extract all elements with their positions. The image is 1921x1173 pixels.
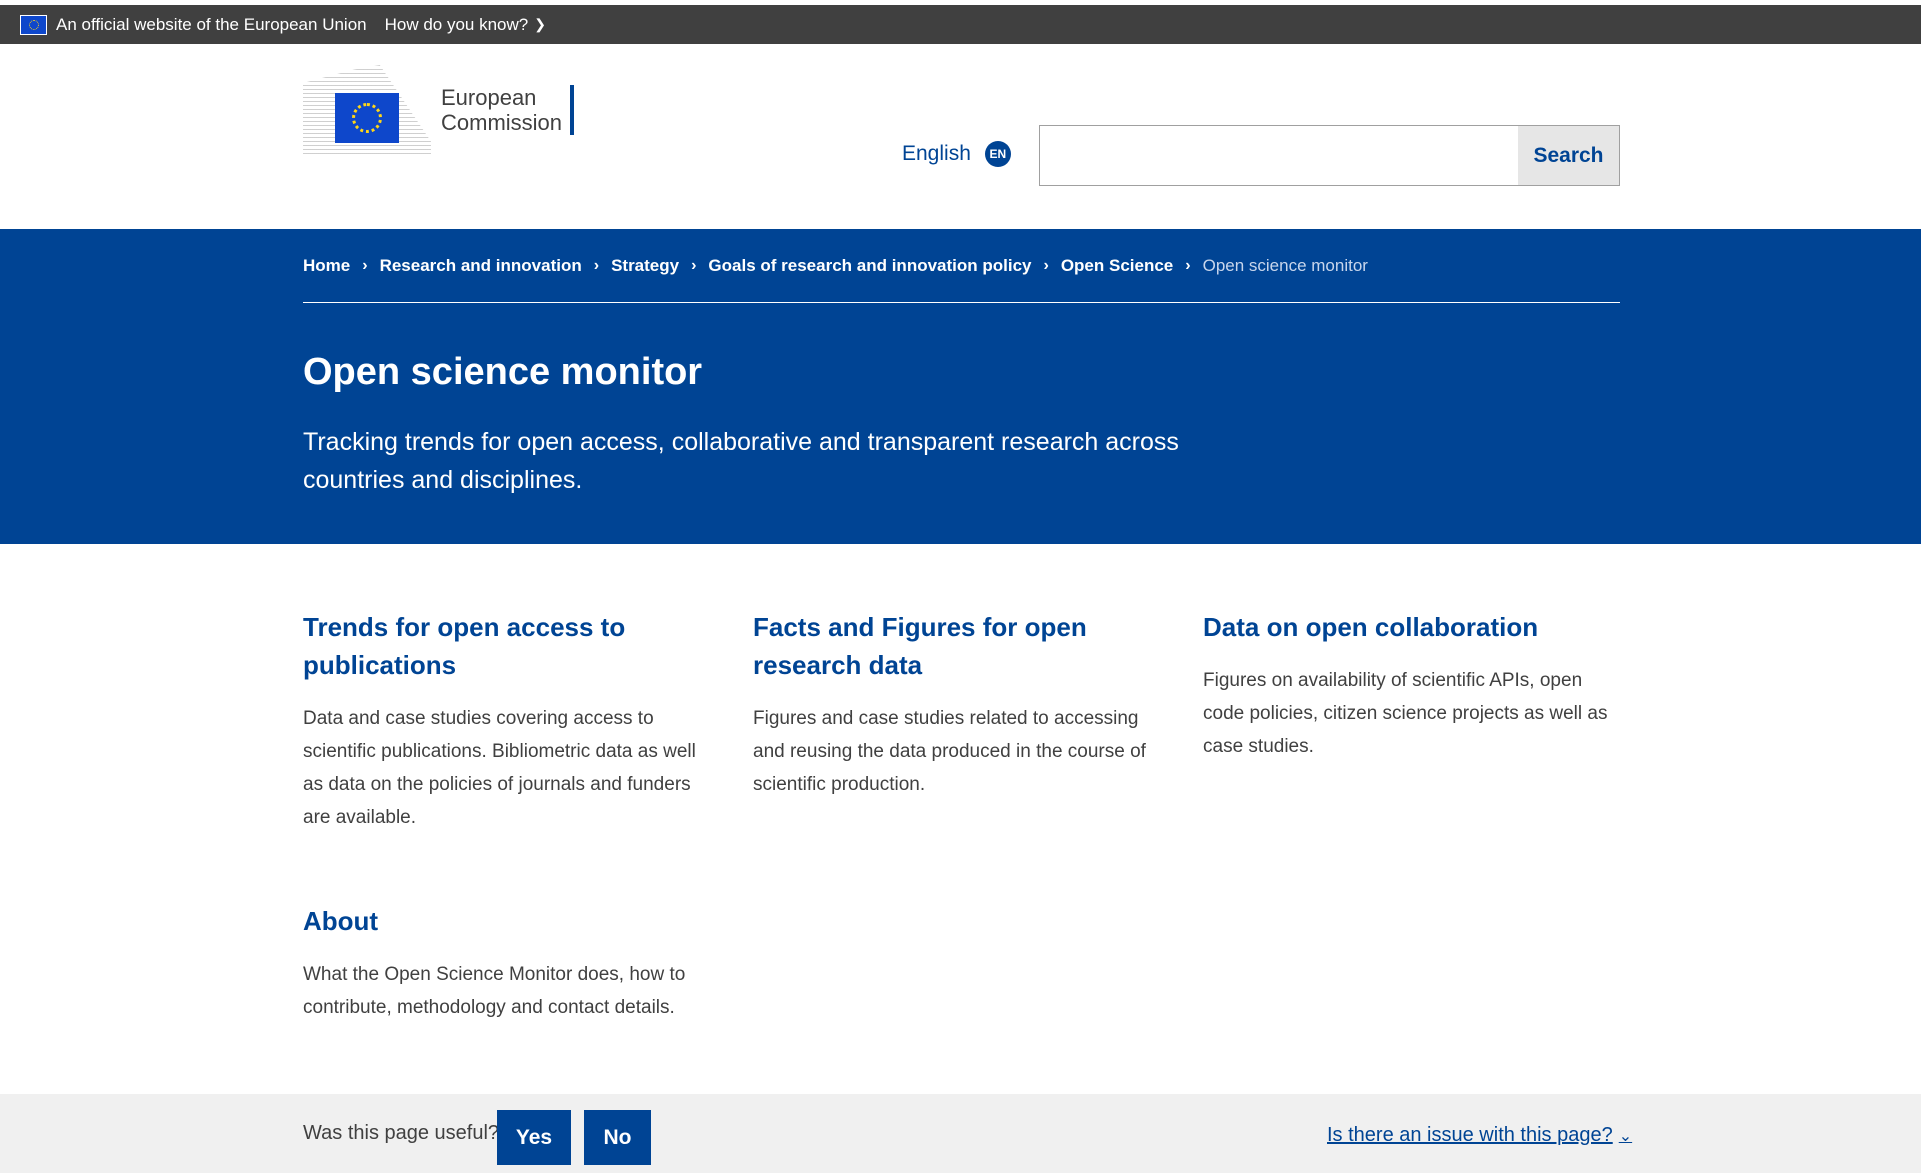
eu-flag-icon [20, 14, 47, 35]
card-title-link[interactable]: Data on open collaboration [1203, 608, 1613, 646]
site-header [0, 44, 1921, 229]
breadcrumb-research-innovation[interactable]: Research and innovation [380, 256, 582, 276]
card-title-link[interactable]: Trends for open access to publications [303, 608, 713, 684]
breadcrumb: Home › Research and innovation › Strateg… [303, 256, 1620, 276]
card-description: Figures on availability of scientific AP… [1203, 670, 1608, 757]
feedback-question: Was this page useful? [303, 1122, 500, 1144]
chevron-down-icon: ⌄ [1618, 1127, 1633, 1145]
breadcrumb-current: Open science monitor [1202, 256, 1368, 275]
banner-divider [303, 302, 1620, 303]
card-description: Data and case studies covering access to… [303, 708, 696, 828]
how-do-you-know-label: How do you know? [384, 14, 529, 34]
card-title-link[interactable]: Facts and Figures for open research data [753, 608, 1163, 684]
breadcrumb-goals[interactable]: Goals of research and innovation policy [708, 256, 1031, 276]
logo-text: European Commission [441, 85, 575, 135]
chevron-down-icon: ❯ [534, 16, 546, 32]
card-about: About What the Open Science Monitor does… [303, 902, 713, 1024]
chevron-right-icon: › [1185, 257, 1191, 274]
language-code-icon: EN [984, 141, 1011, 167]
page-subtitle: Tracking trends for open access, collabo… [303, 428, 1179, 494]
search-form: Search [1039, 125, 1620, 186]
official-eu-bar: An official website of the European Unio… [0, 5, 1921, 44]
breadcrumb-strategy[interactable]: Strategy [611, 256, 679, 276]
how-do-you-know-toggle[interactable]: How do you know? ❯ [385, 15, 546, 35]
eu-flag-icon [335, 93, 399, 143]
feedback-yes-button[interactable]: Yes [497, 1110, 571, 1165]
breadcrumb-open-science[interactable]: Open Science [1061, 256, 1173, 276]
card-description: What the Open Science Monitor does, how … [303, 964, 686, 1018]
chevron-right-icon: › [593, 257, 600, 274]
card-title-link[interactable]: About [303, 902, 713, 940]
logo-text-line2: Commission [441, 110, 563, 135]
card-open-research-data: Facts and Figures for open research data… [753, 608, 1163, 801]
chevron-right-icon: › [691, 257, 697, 274]
card-open-collaboration: Data on open collaboration Figures on av… [1203, 608, 1613, 763]
search-button[interactable]: Search [1518, 126, 1619, 185]
card-description: Figures and case studies related to acce… [753, 708, 1146, 795]
official-website-text: An official website of the European Unio… [56, 14, 367, 34]
chevron-right-icon: › [362, 257, 368, 274]
logo-graphic [303, 65, 433, 155]
european-commission-logo[interactable]: European Commission [303, 44, 603, 176]
page-feedback-bar: Was this page useful? Yes No Is there an… [0, 1094, 1921, 1173]
page-header-banner: Home › Research and innovation › Strateg… [0, 229, 1921, 544]
chevron-right-icon: › [1043, 257, 1049, 274]
page-title: Open science monitor [303, 351, 703, 393]
report-issue-link[interactable]: Is there an issue with this page? ⌄ [1327, 1124, 1632, 1147]
language-selector[interactable]: English EN [902, 141, 1011, 167]
search-input[interactable] [1040, 126, 1518, 185]
language-label: English [902, 142, 971, 165]
logo-text-line1: European [441, 85, 537, 110]
feedback-no-button[interactable]: No [584, 1110, 651, 1165]
breadcrumb-home[interactable]: Home [303, 256, 350, 276]
card-open-access: Trends for open access to publications D… [303, 608, 713, 834]
report-issue-label: Is there an issue with this page? [1327, 1124, 1613, 1146]
